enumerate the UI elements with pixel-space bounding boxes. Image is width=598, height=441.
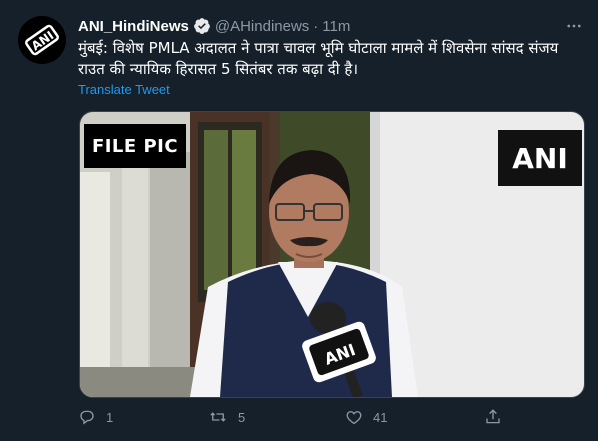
reply-button[interactable]: 1 [78,405,113,429]
file-pic-overlay: FILE PIC [84,124,186,168]
display-name[interactable]: ANI_HindiNews [78,18,189,35]
like-button[interactable]: 41 [345,405,387,429]
reply-icon [80,410,94,425]
tweet-header: ANI_HindiNews @AHindinews · 11m [78,16,350,36]
retweet-count: 5 [238,409,246,425]
ani-watermark: ANI [498,130,582,186]
share-button[interactable] [484,405,502,429]
heart-icon [346,411,362,425]
user-handle[interactable]: @AHindinews [215,18,309,35]
avatar[interactable]: ANI [18,16,66,64]
like-count: 41 [373,409,388,425]
separator-dot: · [313,17,319,35]
ani-logo-icon: ANI [18,16,66,64]
tweet-card[interactable]: ANI ANI_HindiNews @AHindinews · 11m मुंब… [0,0,598,441]
more-options-icon[interactable] [562,14,586,38]
tweet-media-image[interactable]: ANI FILE PIC ANI [79,111,585,398]
retweet-button[interactable]: 5 [208,405,245,429]
tweet-actions-bar: 1 5 41 [78,405,583,429]
share-icon [486,409,500,424]
reply-count: 1 [106,409,114,425]
tweet-timestamp[interactable]: 11m [322,18,350,35]
tweet-text: मुंबई: विशेष PMLA अदालत ने पात्रा चावल भ… [78,39,559,78]
retweet-icon [210,412,226,422]
translate-tweet-link[interactable]: Translate Tweet [78,82,170,97]
verified-badge-icon [193,17,211,35]
